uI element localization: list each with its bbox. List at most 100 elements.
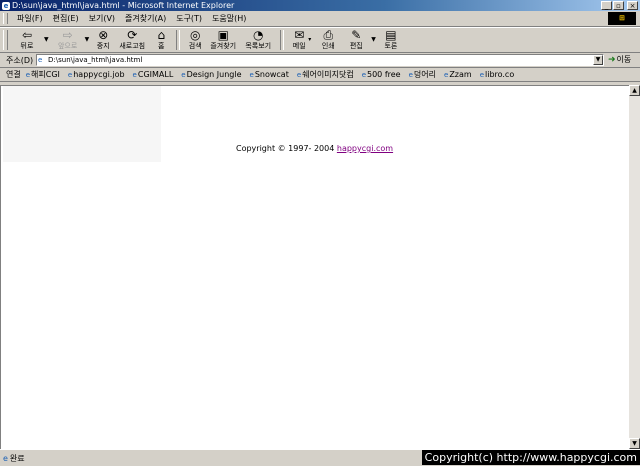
page-done-icon: e [3,453,8,463]
address-dropdown-icon[interactable]: ▼ [593,55,603,65]
page-content: Copyright © 1997- 2004 happycgi.com [0,85,629,449]
menu-edit[interactable]: 편집(E) [48,13,84,24]
link-page-icon: e [361,70,366,79]
refresh-label: 새로고침 [119,42,146,50]
mail-button[interactable]: ✉ 메일 [288,28,310,52]
discuss-label: 토론 [384,42,398,50]
windows-logo-icon: ⊞ [608,12,636,25]
link-item[interactable]: e 해피CGI [26,69,60,80]
discuss-button[interactable]: ▤ 토론 [379,28,403,52]
minimize-button[interactable]: _ [601,1,612,10]
link-page-icon: e [479,70,484,79]
forward-dropdown-icon[interactable]: ▼ [85,28,90,52]
forward-button[interactable]: ⇨ 앞으로 [52,28,84,52]
link-label: happycgi.job [73,70,125,79]
go-arrow-icon: ➜ [608,54,616,65]
title-bar: e D:\sun\java_html\java.html - Microsoft… [0,0,640,11]
links-bar: 연결 e 해피CGI e happycgi.job e CGIMALL e Design… [0,68,640,82]
favorites-button[interactable]: ▣ 즐겨찾기 [206,28,240,52]
toolbar-separator [176,30,181,50]
refresh-icon: ⟳ [127,28,138,42]
link-page-icon: e [181,70,186,79]
menu-file[interactable]: 파일(F) [12,13,48,24]
stop-label: 중지 [96,42,110,50]
mail-icon: ✉ [294,28,305,42]
copyright-link[interactable]: happycgi.com [337,144,393,153]
link-item[interactable]: e libro.co [480,70,515,79]
forward-label: 앞으로 [57,42,78,50]
link-page-icon: e [408,70,413,79]
link-item[interactable]: e happycgi.job [68,70,125,79]
link-page-icon: e [296,70,302,79]
link-page-icon: e [25,70,31,79]
menu-view[interactable]: 보기(V) [84,13,120,24]
link-label: 해피CGI [31,70,60,79]
link-label: 500 free [367,70,401,79]
forward-arrow-icon: ⇨ [62,28,73,42]
link-label: Snowcat [254,70,289,79]
search-label: 검색 [188,42,202,50]
menu-tools[interactable]: 도구(T) [171,13,207,24]
link-page-icon: e [249,70,254,79]
toolbar-separator [280,30,285,50]
watermark-text: Copyright(c) http://www.happycgi.com [421,450,640,465]
menu-bar: 파일(F) 편집(E) 보기(V) 즐겨찾기(A) 도구(T) 도움말(H) ⊞ [0,11,640,27]
link-label: CGIMALL [137,70,174,79]
discuss-icon: ▤ [385,28,397,42]
refresh-button[interactable]: ⟳ 새로고침 [114,28,150,52]
go-button[interactable]: ➜ 이동 [608,54,631,65]
address-input[interactable] [48,55,588,65]
menu-favorites[interactable]: 즐겨찾기(A) [120,13,171,24]
standard-toolbar: ⇦ 뒤로 ▼ ⇨ 앞으로 ▼ ⊗ 중지 ⟳ 새로고침 ⌂ 홈 ◎ 검색 ▣ 즐겨… [0,27,640,53]
copyright-text: Copyright © 1997- 2004 [236,144,337,153]
maximize-button[interactable]: ▫ [613,1,624,10]
window-title: D:\sun\java_html\java.html - Microsoft I… [12,1,235,10]
print-button[interactable]: ⎙ 인쇄 [314,28,342,52]
address-field[interactable]: e ▼ [36,54,604,66]
back-arrow-icon: ⇦ [21,28,33,42]
print-label: 인쇄 [321,42,335,50]
link-page-icon: e [67,70,73,79]
vertical-scrollbar[interactable]: ▲ ▼ [629,85,640,449]
address-label: 주소(D) [6,55,34,65]
link-label: Zzam [449,70,472,79]
home-button[interactable]: ⌂ 홈 [150,28,172,52]
link-item[interactable]: e Zzam [444,70,472,79]
window-controls: _ ▫ × [601,1,638,10]
link-page-icon: e [444,70,449,79]
links-label: 연결 [6,70,21,79]
edit-button[interactable]: ✎ 편집 [342,28,370,52]
link-item[interactable]: e 500 free [362,70,401,79]
link-label: Design Jungle [186,70,242,79]
link-item[interactable]: e CGIMALL [133,70,174,79]
stop-icon: ⊗ [98,28,109,42]
mail-label: 메일 [292,42,306,50]
blank-image-area [3,86,161,162]
scroll-up-icon[interactable]: ▲ [629,85,640,96]
search-icon: ◎ [190,28,201,42]
stop-button[interactable]: ⊗ 중지 [92,28,114,52]
menu-help[interactable]: 도움말(H) [207,13,251,24]
scroll-down-icon[interactable]: ▼ [629,438,640,449]
edit-dropdown-icon[interactable]: ▼ [371,28,376,52]
back-dropdown-icon[interactable]: ▼ [44,28,49,52]
search-button[interactable]: ◎ 검색 [184,28,206,52]
favorites-label: 즐겨찾기 [210,42,237,50]
toolbar-grip[interactable] [3,30,8,50]
link-item[interactable]: e Snowcat [250,70,289,79]
link-label: 덩어리 [413,70,436,79]
mail-dropdown-icon[interactable]: ▾ [308,28,311,52]
go-label: 이동 [616,55,632,64]
link-item[interactable]: e Design Jungle [181,70,241,79]
edit-label: 편집 [349,42,363,50]
back-button[interactable]: ⇦ 뒤로 [11,28,43,52]
link-item[interactable]: e 덩어리 [409,69,436,80]
status-text: 완료 [9,453,25,463]
back-label: 뒤로 [20,42,34,50]
menubar-grip[interactable] [3,13,8,24]
link-label: libro.co [485,70,515,79]
printer-icon: ⎙ [323,28,334,42]
close-button[interactable]: × [627,1,638,10]
history-button[interactable]: ◔ 목록보기 [240,28,276,52]
link-item[interactable]: e 쉐어이미지닷컴 [297,69,354,80]
